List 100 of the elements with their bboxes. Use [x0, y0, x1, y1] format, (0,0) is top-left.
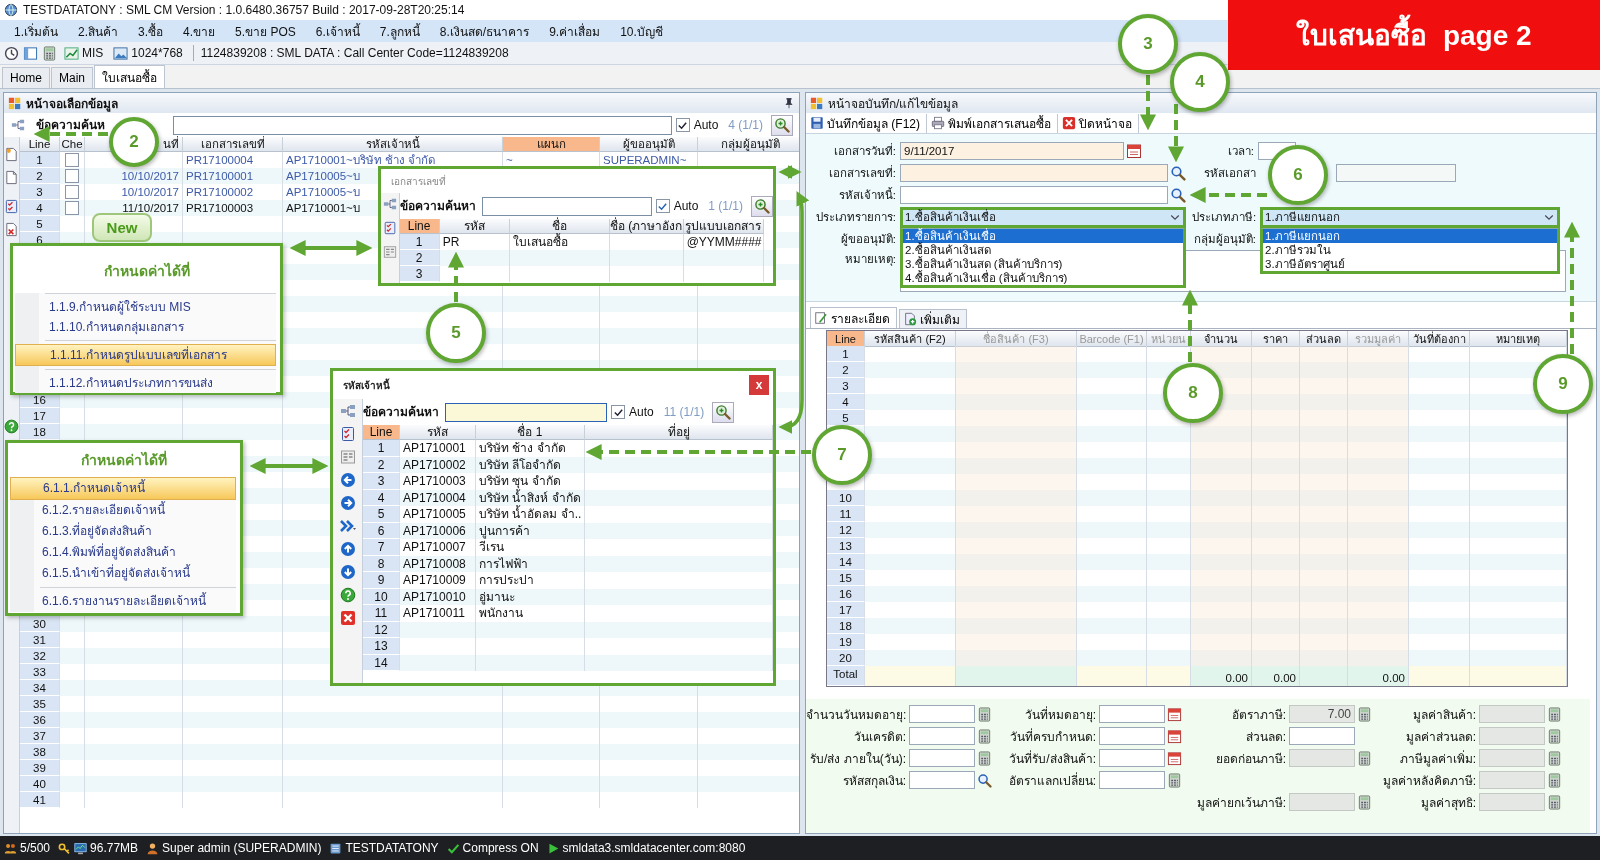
arrow-up-icon[interactable] — [339, 541, 356, 557]
document-icon[interactable] — [4, 170, 19, 185]
calculator-icon[interactable] — [1547, 794, 1562, 810]
column-header[interactable]: ราคา — [1252, 331, 1300, 347]
column-header[interactable]: รหัส — [439, 219, 510, 234]
clock-icon[interactable] — [4, 45, 19, 61]
column-header[interactable]: ชื่อ — [509, 219, 610, 234]
input-field[interactable] — [1479, 771, 1545, 789]
search-field[interactable] — [173, 115, 672, 135]
menu-item[interactable]: 8.เงินสด/ธนาคาร — [429, 21, 540, 41]
toolbar-button[interactable]: MIS — [61, 45, 107, 61]
menu-item[interactable]: 1.1.9.กำหนดผู้ใช้ระบบ MIS — [15, 297, 276, 317]
document-icon[interactable] — [4, 147, 19, 162]
checklist-icon[interactable] — [382, 221, 397, 235]
calculator-icon[interactable] — [977, 706, 992, 722]
menu-item[interactable]: 3.ซื้อ — [128, 21, 174, 41]
input-field[interactable] — [1289, 727, 1355, 745]
column-header[interactable]: วันที่ต้องกา — [1409, 331, 1470, 347]
double-chevron-icon[interactable] — [339, 518, 356, 534]
column-header[interactable]: แผนก — [503, 137, 600, 152]
search-button[interactable] — [771, 114, 793, 136]
close-button[interactable]: x — [749, 375, 769, 395]
column-header[interactable]: ผู้ขออนุมัติ — [600, 137, 698, 152]
calculator-icon[interactable] — [977, 728, 992, 744]
calendar-icon[interactable] — [1167, 706, 1182, 722]
menu-item[interactable]: 10.บัญชี — [610, 21, 673, 41]
column-header[interactable]: รูปแบบเอกสาร — [683, 219, 764, 234]
dropdown-option[interactable]: 1.ซื้อสินค้าเงินเชื่อ — [903, 228, 1183, 243]
menu-item[interactable]: 4.ขาย — [173, 21, 226, 41]
calculator-icon[interactable] — [1547, 750, 1562, 766]
checkbox[interactable] — [655, 199, 670, 213]
calculator-icon[interactable] — [1357, 750, 1372, 766]
toolbar-button[interactable]: ปิดหน้าจอ — [1060, 113, 1139, 133]
search-icon[interactable] — [1170, 187, 1186, 203]
calculator-icon[interactable] — [1547, 772, 1562, 788]
checkbox[interactable] — [611, 405, 625, 419]
calendar-icon[interactable] — [1167, 750, 1182, 766]
menu-item[interactable]: 6.1.4.พิมพ์ที่อยู่จัดส่งสินค้า — [10, 542, 236, 563]
menu-item[interactable]: 2.สินค้า — [68, 21, 129, 41]
input-field[interactable] — [909, 771, 975, 789]
search-field[interactable] — [481, 196, 652, 216]
dropdown[interactable]: 1.ซื้อสินค้าเงินเชื่อ — [900, 206, 1186, 228]
calculator-icon[interactable] — [1547, 706, 1562, 722]
calculator-icon[interactable] — [42, 45, 57, 61]
column-header[interactable]: ส่วนลด — [1300, 331, 1348, 347]
menu-item[interactable]: 6.เจ้าหนี้ — [305, 21, 370, 41]
column-header[interactable]: รหัส — [400, 425, 476, 440]
window-icon[interactable] — [23, 45, 38, 61]
checklist-icon[interactable] — [4, 199, 19, 214]
toolbar-button[interactable]: บันทึกข้อมูล (F12) — [808, 113, 927, 133]
checkbox[interactable] — [65, 201, 79, 215]
input-field[interactable] — [909, 749, 975, 767]
pin-icon[interactable] — [783, 97, 795, 109]
checkbox[interactable] — [675, 118, 690, 132]
checkbox[interactable] — [65, 153, 79, 167]
input-field[interactable] — [1479, 705, 1545, 723]
dropdown-option[interactable]: 3.ซื้อสินค้าเงินสด (สินค้าบริการ) — [903, 256, 1183, 271]
input-field[interactable] — [1336, 164, 1456, 182]
column-header[interactable]: ชื่อ 1 — [476, 425, 585, 440]
input-field[interactable]: 9/11/2017 — [900, 142, 1124, 160]
column-header[interactable]: กลุ่มผู้อนุมัติ — [698, 137, 799, 152]
menu-item[interactable]: 1.1.10.กำหนดกลุ่มเอกสาร — [15, 317, 276, 337]
column-header[interactable]: Line — [363, 425, 400, 440]
search-icon[interactable] — [977, 772, 992, 788]
column-header[interactable]: จำนวน — [1191, 331, 1252, 347]
search-button[interactable] — [712, 401, 735, 423]
input-field[interactable] — [1479, 749, 1545, 767]
menu-item[interactable]: 1.1.12.กำหนดประเภทการขนส่ง — [15, 373, 276, 393]
calendar-icon[interactable] — [1167, 728, 1182, 744]
checkbox[interactable] — [65, 185, 79, 199]
column-header[interactable]: ที่อยู่ — [585, 425, 773, 440]
input-field[interactable] — [909, 705, 975, 723]
search-icon[interactable] — [1170, 165, 1186, 181]
calculator-icon[interactable] — [1167, 772, 1182, 788]
calendar-icon[interactable] — [1126, 143, 1142, 159]
help-icon[interactable] — [4, 419, 19, 434]
menu-item[interactable]: 7.ลูกหนี้ — [369, 21, 430, 41]
toolbar-button[interactable]: 1024*768 — [110, 45, 186, 61]
menu-item[interactable]: 1.1.11.กำหนดรูปแบบเลขที่เอกสาร — [15, 344, 276, 366]
tab[interactable]: เพิ่มเติม — [899, 309, 967, 328]
help-icon[interactable] — [339, 587, 356, 603]
calculator-icon[interactable] — [1357, 706, 1372, 722]
column-header[interactable]: เอกสารเลขที่ — [183, 137, 283, 152]
column-header[interactable]: นที่ — [163, 137, 179, 151]
dropdown-option[interactable]: 4.ซื้อสินค้าเงินเชื่อ (สินค้าบริการ) — [903, 270, 1183, 285]
input-field[interactable]: 7.00 — [1289, 705, 1355, 723]
calculator-icon[interactable] — [1357, 794, 1372, 810]
menu-item[interactable]: 5.ขาย POS — [225, 21, 306, 41]
input-field[interactable] — [1289, 793, 1355, 811]
menu-item[interactable]: 6.1.5.นำเข้าที่อยู่จัดส่งเจ้าหนี้ — [10, 563, 236, 584]
dropdown-option[interactable]: 1.ภาษีแยกนอก — [1263, 228, 1557, 243]
column-header[interactable]: รหัสสินค้า (F2) — [865, 331, 956, 347]
search-field[interactable] — [445, 402, 607, 422]
document-icon[interactable] — [4, 222, 19, 237]
input-field[interactable] — [1099, 771, 1165, 789]
input-field[interactable] — [1479, 793, 1545, 811]
calculator-icon[interactable] — [1547, 728, 1562, 744]
hierarchy-icon[interactable] — [339, 403, 356, 419]
column-header[interactable]: Line — [399, 219, 440, 234]
input-field[interactable] — [1289, 749, 1355, 767]
